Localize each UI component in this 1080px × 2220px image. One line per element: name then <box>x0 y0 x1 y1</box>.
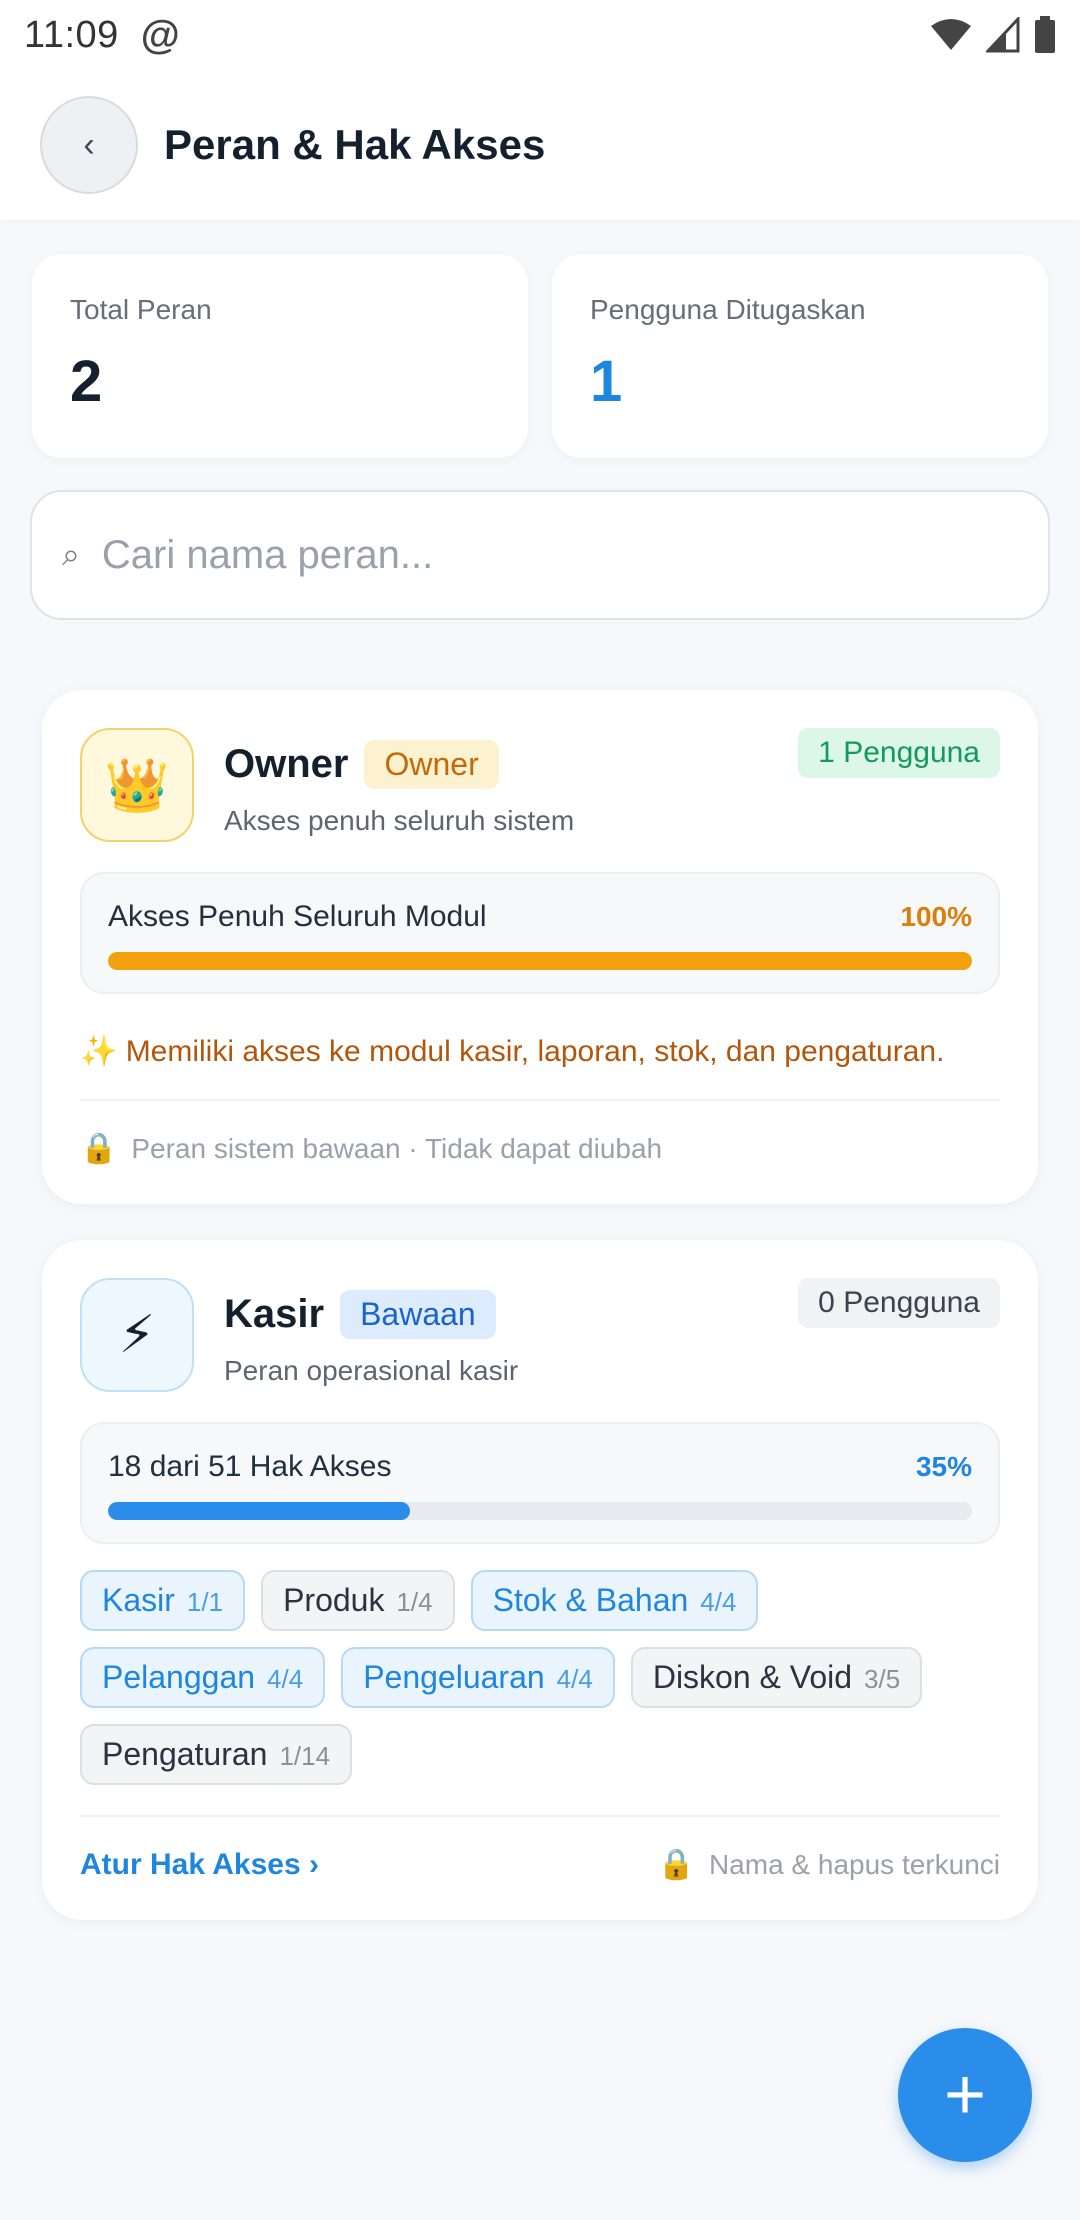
stat-label: Pengguna Ditugaskan <box>590 294 866 325</box>
module-count: 1/1 <box>186 1587 224 1617</box>
role-card-owner[interactable]: 👑 Owner Owner Akses penuh seluruh sistem… <box>42 690 1038 1204</box>
access-percent: 100% <box>900 901 972 932</box>
module-name: Kasir <box>102 1582 175 1618</box>
battery-icon <box>1035 16 1055 53</box>
module-name: Produk <box>283 1582 385 1618</box>
module-name: Diskon & Void <box>652 1659 853 1695</box>
stat-label: Total Peran <box>70 294 212 325</box>
progress-track <box>108 1502 972 1520</box>
role-card-kasir[interactable]: ⚡ Kasir Bawaan Peran operasional kasir 0… <box>42 1240 1038 1920</box>
signal-icon <box>986 17 1020 53</box>
module-name: Stok & Bahan <box>492 1582 689 1618</box>
role-footer-text: Nama & hapus terkunci <box>708 1848 1000 1880</box>
user-count-badge: 0 Pengguna <box>798 1278 1000 1328</box>
stat-value: 2 <box>70 349 103 414</box>
module-chip: Pengaturan 1/14 <box>80 1724 353 1785</box>
user-count-badge: 1 Pengguna <box>798 728 1000 778</box>
wifi-icon <box>931 19 971 50</box>
at-sign-icon: @ <box>140 12 180 57</box>
module-name: Pengeluaran <box>363 1659 545 1695</box>
search-icon: ⌕ <box>62 536 80 572</box>
progress-track <box>108 952 972 970</box>
module-count: 4/4 <box>700 1587 737 1617</box>
role-tag: Owner <box>364 740 499 789</box>
access-percent: 35% <box>915 1451 972 1482</box>
module-count: 4/4 <box>267 1664 304 1694</box>
access-label: 18 dari 51 Hak Akses <box>108 1450 392 1483</box>
progress-fill <box>108 1502 411 1520</box>
role-note: ✨ Memiliki akses ke modul kasir, laporan… <box>80 1035 945 1068</box>
module-count: 1/4 <box>396 1587 433 1617</box>
role-name: Owner <box>224 742 349 786</box>
module-chip: Pengeluaran 4/4 <box>341 1647 615 1708</box>
module-chip: Diskon & Void 3/5 <box>630 1647 923 1708</box>
lock-icon: 🔒 <box>657 1848 695 1881</box>
status-icons <box>930 16 1056 54</box>
role-footer-text: Peran sistem bawaan · Tidak dapat diubah <box>131 1132 663 1164</box>
module-name: Pelanggan <box>102 1659 256 1695</box>
role-description: Peran operasional kasir <box>224 1355 519 1386</box>
module-chip: Stok & Bahan 4/4 <box>470 1570 759 1631</box>
role-description: Akses penuh seluruh sistem <box>224 805 575 836</box>
module-name: Pengaturan <box>102 1736 268 1772</box>
stat-value: 1 <box>590 349 623 414</box>
module-count: 4/4 <box>556 1664 593 1694</box>
search-input[interactable] <box>101 532 1002 578</box>
divider <box>80 1099 1000 1101</box>
status-bar: 11:09 @ <box>0 0 1080 70</box>
chevron-left-icon: ‹ <box>83 125 95 164</box>
status-time: 11:09 <box>24 13 119 56</box>
add-role-button[interactable]: + <box>898 2028 1032 2162</box>
crown-icon: 👑 <box>80 728 194 842</box>
lightning-icon: ⚡ <box>80 1278 194 1392</box>
module-chip: Kasir 1/1 <box>80 1570 246 1631</box>
access-progress: 18 dari 51 Hak Akses 35% <box>80 1422 1000 1544</box>
module-count: 1/14 <box>279 1741 331 1771</box>
manage-access-link[interactable]: Atur Hak Akses › <box>80 1848 319 1882</box>
plus-icon: + <box>943 2055 987 2135</box>
module-count: 3/5 <box>864 1664 901 1694</box>
role-name: Kasir <box>224 1292 325 1336</box>
back-button[interactable]: ‹ <box>40 96 138 194</box>
role-tag: Bawaan <box>340 1290 496 1339</box>
stat-card-assigned-users: Pengguna Ditugaskan 1 <box>552 254 1048 458</box>
search-bar[interactable]: ⌕ <box>30 490 1050 620</box>
access-label: Akses Penuh Seluruh Modul <box>108 900 487 933</box>
module-chip: Produk 1/4 <box>261 1570 455 1631</box>
stat-card-total-roles: Total Peran 2 <box>32 254 528 458</box>
divider <box>80 1815 1000 1817</box>
progress-fill <box>108 952 972 970</box>
module-chip: Pelanggan 4/4 <box>80 1647 326 1708</box>
page-title: Peran & Hak Akses <box>164 121 546 168</box>
module-chips: Kasir 1/1 Produk 1/4 Stok & Bahan 4/4 Pelangga… <box>80 1570 1000 1785</box>
lock-icon: 🔒 <box>80 1132 118 1165</box>
access-progress: Akses Penuh Seluruh Modul 100% <box>80 872 1000 994</box>
app-header: ‹ Peran & Hak Akses <box>0 70 1080 220</box>
